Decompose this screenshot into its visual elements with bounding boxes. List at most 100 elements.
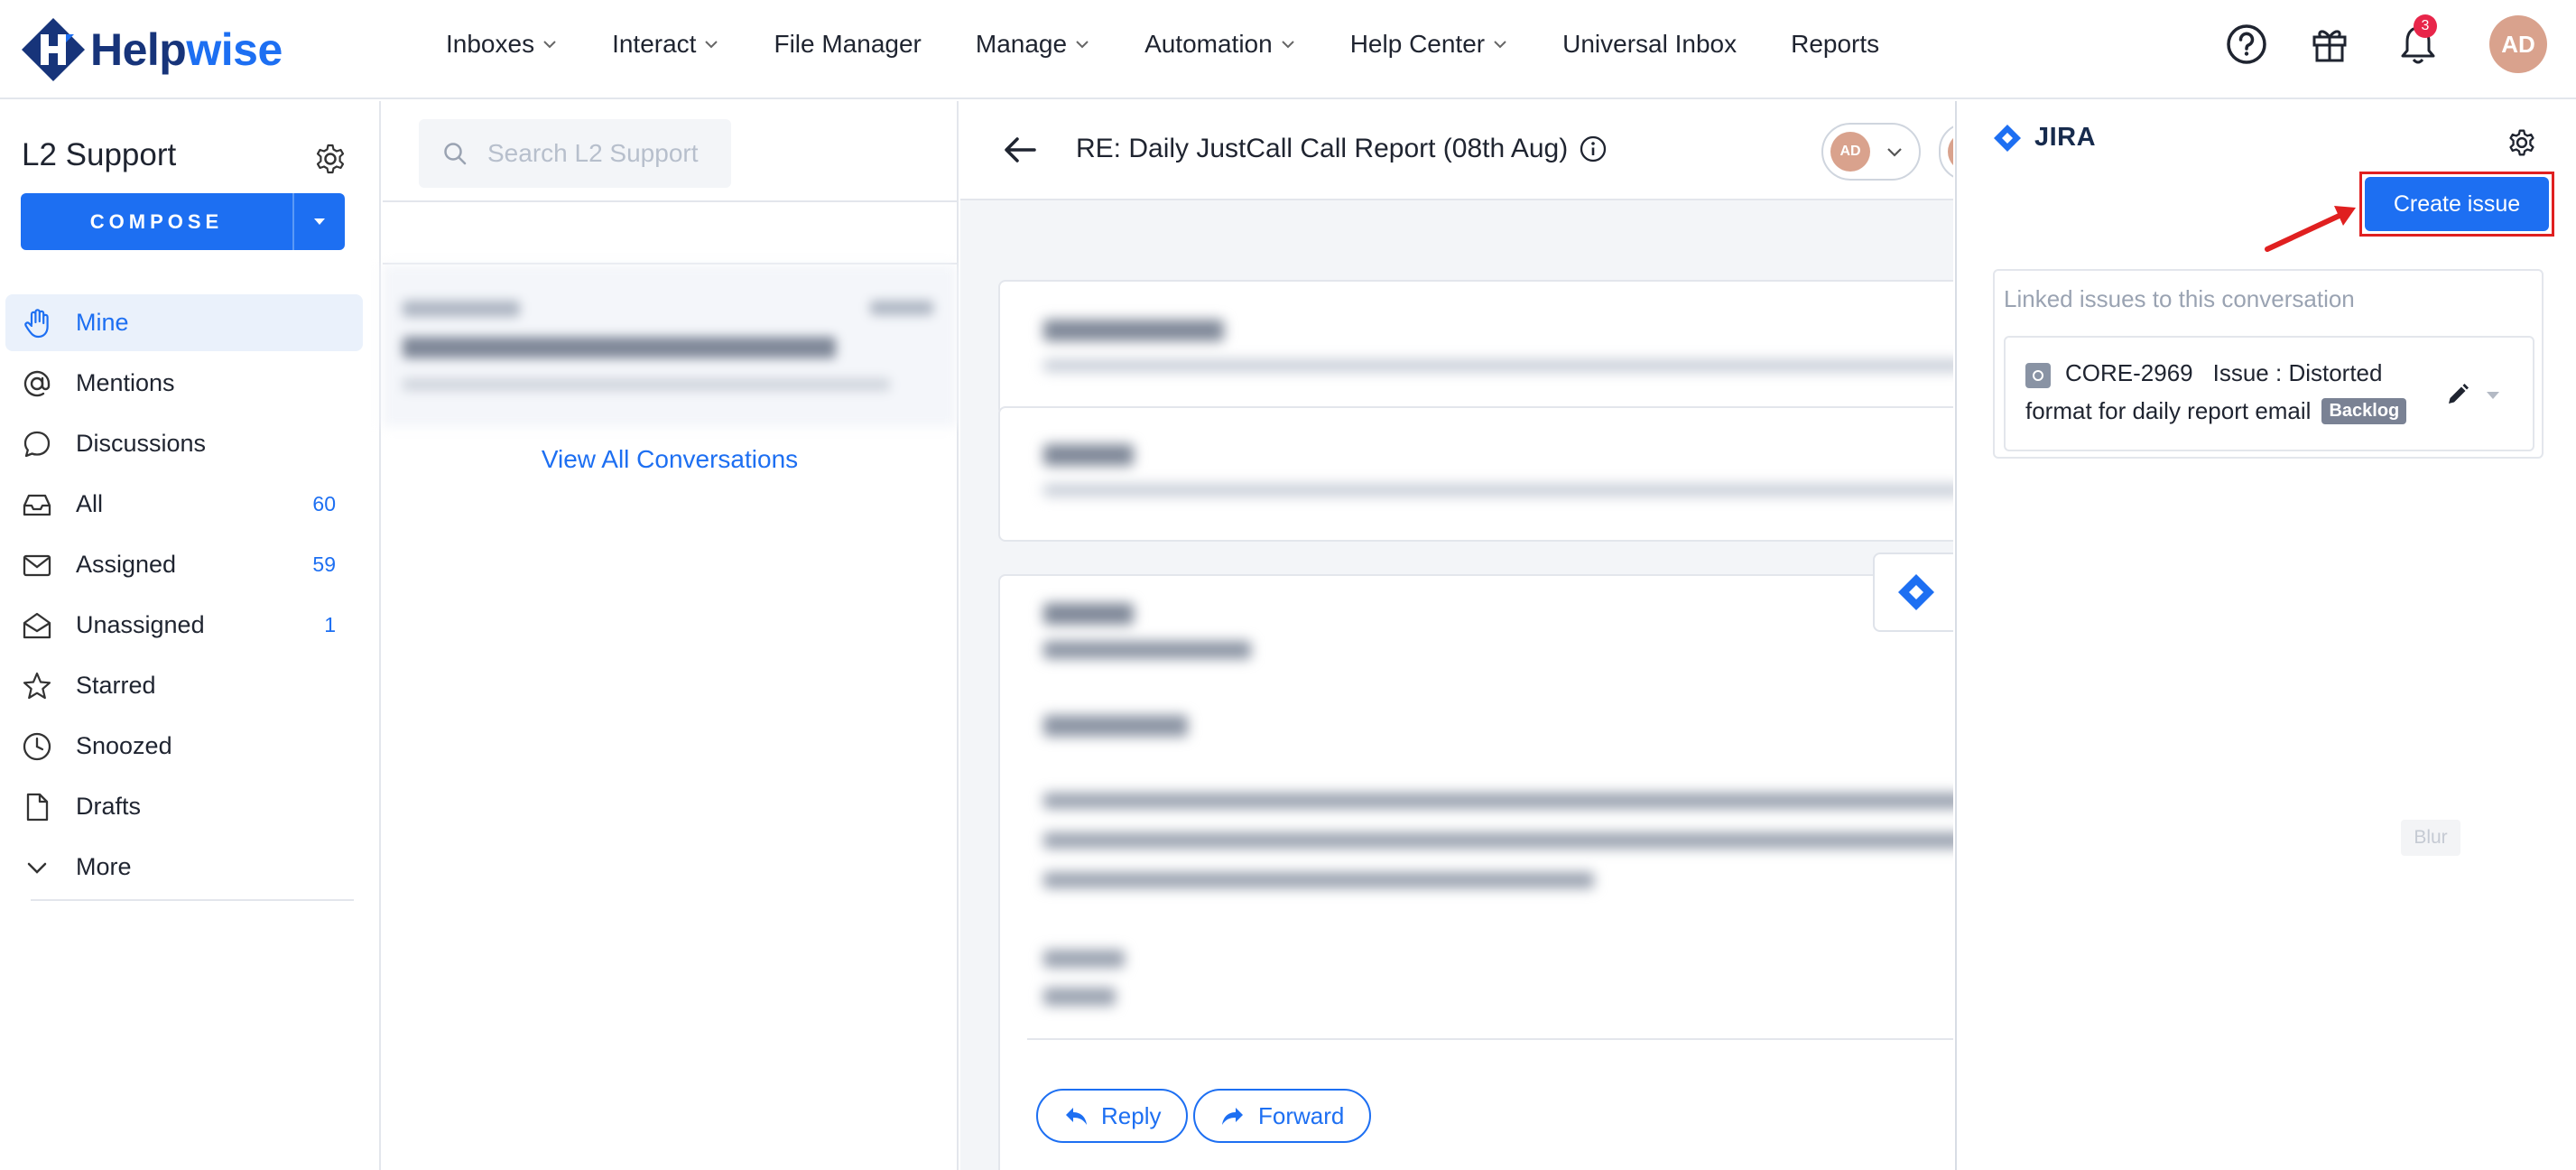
helpwise-logo-icon — [22, 18, 85, 81]
search-input[interactable]: Search L2 Support — [419, 119, 731, 188]
chat-bubble-icon — [20, 427, 54, 461]
sidebar-item-mine[interactable]: Mine — [5, 294, 363, 351]
pencil-icon[interactable] — [2446, 383, 2469, 406]
sidebar-item-unassigned[interactable]: Unassigned 1 — [5, 597, 363, 654]
compose-label: COMPOSE — [89, 209, 224, 233]
star-icon — [20, 669, 54, 703]
compose-button[interactable]: COMPOSE — [21, 193, 345, 250]
sidebar-item-all[interactable]: All 60 — [5, 476, 363, 533]
nav-universal-inbox[interactable]: Universal Inbox — [1562, 30, 1737, 59]
linked-issues-title: Linked issues to this conversation — [2004, 285, 2355, 312]
nav-interact[interactable]: Interact — [612, 30, 719, 59]
issue-type-icon — [2025, 363, 2051, 388]
nav-inboxes[interactable]: Inboxes — [446, 30, 558, 59]
envelope-open-icon — [20, 608, 54, 643]
at-icon — [20, 367, 54, 401]
blur-tag[interactable]: Blur — [2401, 820, 2460, 856]
nav-manage[interactable]: Manage — [976, 30, 1090, 59]
top-navigation-bar: Helpwise Inboxes Interact File Manager M… — [0, 0, 2576, 99]
sidebar-item-label: Unassigned — [76, 611, 205, 638]
sidebar-item-assigned[interactable]: Assigned 59 — [5, 536, 363, 593]
sidebar-item-mentions[interactable]: Mentions — [5, 355, 363, 412]
gear-icon[interactable] — [314, 143, 347, 175]
sidebar-item-label: All — [76, 490, 104, 517]
jira-panel: JIRA Create issue Linked issues to this … — [1955, 101, 2576, 1170]
helpwise-logo[interactable]: Helpwise — [20, 11, 283, 88]
issue-key-and-summary: CORE-2969 Issue : Distorted — [2065, 359, 2382, 387]
collaborator-dropdown[interactable] — [1939, 123, 1953, 181]
folder-list: Mine Mentions Discussions All 60 Assigne… — [5, 294, 363, 899]
caret-down-icon[interactable] — [2484, 386, 2502, 404]
create-issue-button[interactable]: Create issue — [2365, 177, 2549, 231]
divider — [1027, 1038, 1953, 1040]
issue-summary-line1: Issue : Distorted — [2212, 359, 2383, 386]
nav-automation[interactable]: Automation — [1144, 30, 1296, 59]
blurred-conversation-item[interactable] — [383, 265, 957, 427]
conversation-header: RE: Daily JustCall Call Report (08th Aug… — [960, 101, 1953, 200]
compose-dropdown-toggle[interactable] — [292, 193, 345, 250]
chevron-down-icon — [20, 850, 54, 885]
sidebar-item-label: Mentions — [76, 369, 175, 396]
jira-header: JIRA — [1993, 123, 2096, 153]
document-icon — [20, 790, 54, 824]
conversation-subject: RE: Daily JustCall Call Report (08th Aug… — [1076, 134, 1608, 164]
gear-icon[interactable] — [2507, 128, 2536, 157]
inbox-sidebar: L2 Support COMPOSE Mine Mentions Discuss — [0, 101, 381, 1170]
envelope-icon — [20, 548, 54, 582]
gift-icon[interactable] — [2311, 25, 2349, 63]
back-arrow-icon[interactable] — [1000, 130, 1040, 170]
helpwise-wordmark: Helpwise — [90, 24, 283, 75]
chevron-down-icon — [1494, 41, 1506, 49]
hand-icon — [20, 306, 54, 340]
divider — [383, 200, 957, 202]
sidebar-item-label: Drafts — [76, 793, 142, 820]
expanded-message-card: Reply Forward — [998, 574, 1953, 1170]
view-all-conversations-link[interactable]: View All Conversations — [383, 445, 957, 474]
forward-button[interactable]: Forward — [1193, 1089, 1372, 1143]
search-placeholder: Search L2 Support — [487, 139, 699, 167]
help-circle-icon[interactable] — [2226, 23, 2267, 65]
search-icon — [444, 143, 467, 165]
issue-summary-line2: format for daily report email — [2025, 397, 2312, 424]
sidebar-item-label: Discussions — [76, 430, 207, 457]
forward-label: Forward — [1258, 1101, 1345, 1129]
jira-sidebar-toggle[interactable] — [1873, 552, 1953, 632]
blurred-message-card[interactable] — [998, 406, 1953, 542]
sidebar-item-label: Assigned — [76, 551, 177, 578]
nav-reports[interactable]: Reports — [1791, 30, 1879, 59]
sidebar-item-discussions[interactable]: Discussions — [5, 415, 363, 472]
sidebar-item-more[interactable]: More — [5, 839, 363, 896]
forward-icon — [1222, 1108, 1243, 1125]
chevron-down-icon — [543, 41, 556, 49]
subject-text: RE: Daily JustCall Call Report (08th Aug… — [1076, 134, 1569, 163]
chevron-down-icon — [1281, 41, 1294, 49]
sidebar-item-label: More — [76, 853, 132, 880]
reply-label: Reply — [1101, 1101, 1162, 1129]
sidebar-item-count: 1 — [324, 613, 336, 636]
sidebar-item-count: 59 — [312, 552, 336, 576]
nav-file-manager[interactable]: File Manager — [774, 30, 921, 59]
issue-key[interactable]: CORE-2969 — [2065, 359, 2193, 386]
inbox-title: L2 Support — [22, 137, 177, 172]
notification-count-badge: 3 — [2414, 14, 2437, 38]
linked-issue-card[interactable]: CORE-2969 Issue : Distorted format for da… — [2004, 336, 2534, 451]
nav-help-center[interactable]: Help Center — [1350, 30, 1508, 59]
linked-issues-box: Linked issues to this conversation CORE-… — [1993, 269, 2544, 459]
sidebar-item-starred[interactable]: Starred — [5, 657, 363, 714]
sidebar-item-label: Mine — [76, 309, 129, 336]
issue-summary-line2-row: format for daily report email Backlog — [2025, 397, 2407, 425]
assignee-avatar: AD — [1830, 132, 1870, 172]
issue-status-badge: Backlog — [2321, 398, 2407, 424]
red-arrow-annotation — [2265, 206, 2356, 252]
user-avatar[interactable]: AD — [2489, 15, 2547, 73]
caret-down-icon — [314, 218, 325, 225]
blurred-message-card[interactable] — [998, 280, 1953, 415]
sidebar-item-snoozed[interactable]: Snoozed — [5, 718, 363, 775]
reply-button[interactable]: Reply — [1036, 1089, 1189, 1143]
assignee-dropdown[interactable]: AD — [1821, 123, 1921, 181]
conversation-view: RE: Daily JustCall Call Report (08th Aug… — [960, 101, 1953, 1170]
sidebar-item-drafts[interactable]: Drafts — [5, 778, 363, 835]
sidebar-item-count: 60 — [312, 492, 336, 515]
inbox-icon — [20, 488, 54, 522]
info-icon[interactable] — [1579, 135, 1608, 163]
